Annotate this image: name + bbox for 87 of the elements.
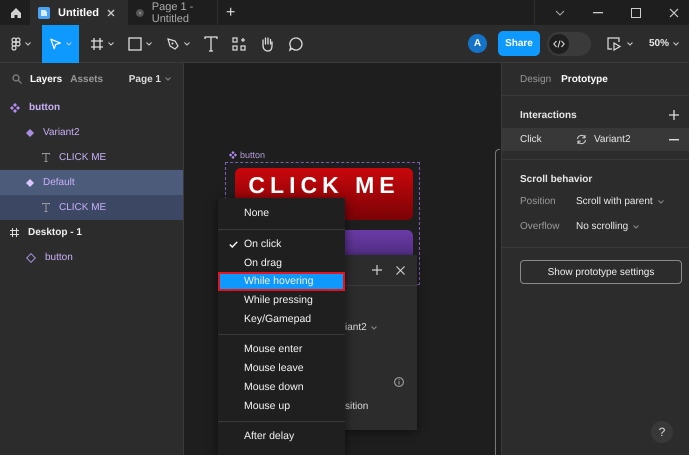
chevron-down-icon[interactable]	[555, 10, 565, 16]
section-title: Interactions	[520, 110, 577, 120]
variant-icon	[26, 178, 34, 186]
menu-item[interactable]: On click	[218, 234, 345, 254]
field-label: Overflow	[520, 221, 560, 232]
layer-row[interactable]: CLICK ME	[0, 195, 183, 220]
instance-icon	[26, 252, 36, 262]
field-dropdown[interactable]: No scrolling	[576, 221, 640, 232]
field-dropdown[interactable]: Scroll with parent	[576, 196, 664, 207]
prototype-settings-button[interactable]: Show prototype settings	[520, 260, 682, 284]
panel-tab[interactable]: Design	[520, 74, 552, 84]
resources-icon	[232, 36, 246, 50]
figma-logo-icon	[11, 36, 21, 50]
panel-tab[interactable]: Prototype	[561, 74, 608, 84]
menu-item[interactable]: Mouse up	[218, 396, 345, 415]
menu-item[interactable]: Key/Gamepad	[218, 309, 345, 328]
caret-icon	[66, 42, 72, 46]
maximize-icon[interactable]	[631, 8, 641, 18]
menu-item[interactable]: After delay	[218, 426, 345, 446]
menu-item[interactable]: Mouse leave	[218, 358, 345, 378]
component-icon	[10, 102, 20, 112]
layer-row[interactable]: CLICK ME	[0, 145, 183, 170]
caret-icon	[370, 326, 377, 330]
caret-icon	[626, 42, 633, 46]
caret-icon	[633, 224, 640, 228]
file-icon	[38, 6, 50, 18]
hand-icon	[260, 36, 274, 52]
file-tab[interactable]: Untitled	[30, 0, 128, 25]
caret-icon	[658, 200, 664, 204]
layer-row[interactable]: Variant2	[0, 120, 183, 145]
scrollbar[interactable]	[495, 149, 500, 455]
layer-row[interactable]: Default	[0, 170, 183, 195]
target-label: Variant2	[594, 134, 631, 145]
variant-icon	[26, 128, 34, 136]
section-title: Scroll behavior	[520, 174, 592, 184]
search-icon[interactable]	[12, 74, 22, 84]
menu-item[interactable]: On drag	[218, 253, 345, 272]
new-tab-button[interactable]: +	[226, 4, 236, 22]
layer-row[interactable]: button	[0, 95, 183, 120]
component-icon	[229, 151, 237, 159]
page-dropdown[interactable]: Page 1	[128, 74, 171, 84]
swap-icon	[576, 134, 587, 145]
cursor-icon	[49, 36, 62, 50]
play-icon	[136, 6, 144, 18]
minimize-icon[interactable]	[593, 12, 603, 14]
field-label: Position	[520, 196, 557, 207]
rectangle-icon	[128, 36, 142, 50]
user-avatar[interactable]: A	[468, 34, 487, 53]
layer-row[interactable]: button	[0, 245, 183, 270]
animation-label: sition	[345, 401, 368, 412]
help-button[interactable]: ?	[651, 421, 673, 443]
frame-icon	[90, 36, 104, 50]
layer-row[interactable]: Desktop - 1	[0, 220, 183, 245]
menu-item[interactable]: While pressing	[218, 290, 345, 310]
caret-icon	[146, 42, 152, 46]
close-icon[interactable]	[669, 8, 679, 18]
destination-value[interactable]: iant2	[345, 322, 367, 333]
plus-icon[interactable]	[372, 265, 382, 275]
text-tool-icon	[204, 36, 218, 52]
home-icon[interactable]	[10, 6, 22, 18]
close-icon[interactable]	[396, 266, 405, 274]
caret-icon	[108, 42, 114, 46]
text-layer-icon	[42, 203, 50, 212]
interaction-row[interactable]: Click Variant2	[502, 128, 689, 151]
plus-icon[interactable]	[669, 110, 679, 120]
code-icon	[548, 34, 569, 54]
menu-item[interactable]: Mouse down	[218, 378, 345, 396]
play-icon	[606, 36, 621, 50]
info-icon[interactable]	[394, 377, 404, 387]
dev-mode-toggle[interactable]	[546, 32, 591, 56]
text-layer-icon	[42, 153, 50, 162]
frame-label[interactable]: button	[229, 150, 266, 160]
frame-icon	[10, 228, 19, 237]
caret-icon	[165, 77, 171, 81]
zoom-dropdown[interactable]: 50%	[648, 38, 679, 49]
pen-icon	[166, 36, 180, 50]
present-button[interactable]	[606, 36, 633, 50]
caret-icon	[25, 42, 31, 46]
trigger-label: Click	[520, 134, 543, 145]
close-icon[interactable]	[106, 8, 115, 16]
panel-tab[interactable]: Layers	[30, 74, 62, 84]
caret-icon	[673, 42, 679, 46]
caret-icon	[184, 42, 190, 46]
panel-tab[interactable]: Assets	[70, 74, 104, 84]
comment-icon	[288, 36, 304, 52]
minus-icon[interactable]	[669, 138, 679, 140]
menu-item[interactable]: Mouse enter	[218, 340, 345, 359]
